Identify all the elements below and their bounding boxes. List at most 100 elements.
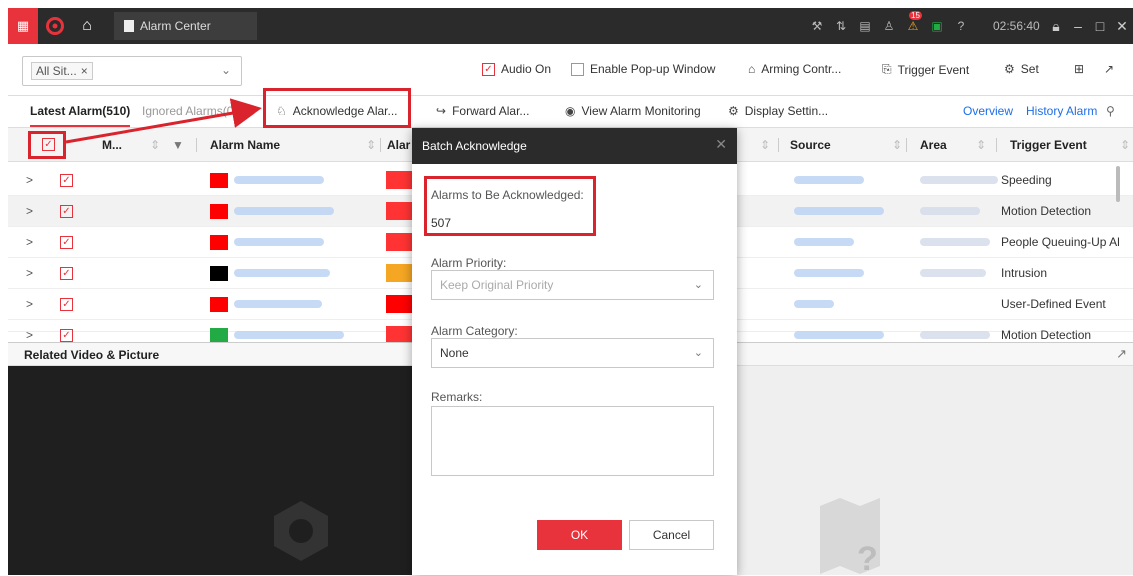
popup-checkbox[interactable] <box>571 62 584 76</box>
help-icon[interactable]: ? <box>949 19 973 33</box>
column-alarm-name[interactable]: Alarm Name <box>210 138 280 152</box>
maximize-icon[interactable]: □ <box>1089 18 1111 34</box>
column-separator <box>196 138 197 152</box>
no-picture-map-icon: ? <box>820 498 880 576</box>
sort-icon[interactable]: ⇕ <box>892 138 902 152</box>
column-area[interactable]: Area <box>920 138 947 152</box>
area-redacted <box>920 238 990 246</box>
row-checkbox[interactable]: ✓ <box>60 267 73 280</box>
row-checkbox[interactable]: ✓ <box>60 236 73 249</box>
audio-on-checkbox[interactable]: ✓ <box>482 62 495 76</box>
title-bar: ▦ ⌂ Alarm Center ⚒ ⇅ ▤ ♙ ⚠ 15 ▣ ? 02:56:4… <box>8 8 1133 44</box>
expand-icon[interactable]: ↗ <box>1116 346 1127 362</box>
tab-ignored-alarms[interactable]: Ignored Alarms(0) <box>142 104 237 118</box>
source-redacted <box>794 207 884 215</box>
display-settings-label: Display Settin... <box>744 104 829 118</box>
select-all-highlight-box <box>28 131 66 159</box>
dialog-close-icon[interactable]: ✕ <box>715 136 727 153</box>
arming-control-button[interactable]: ⌂ Arming Contr... <box>748 62 841 76</box>
expand-row-chevron-icon[interactable]: > <box>26 266 33 280</box>
home-icon[interactable]: ⌂ <box>72 8 102 44</box>
history-alarm-link[interactable]: History Alarm <box>1026 104 1097 118</box>
alarm-toolbar: All Sit... × ⌄ ✓ Audio On Enable Pop-up W… <box>8 44 1133 96</box>
clock-time: 02:56:40 <box>993 19 1040 33</box>
wrench-icon[interactable]: ⚒ <box>805 19 829 33</box>
forward-alarm-button[interactable]: ↪ Forward Alar... <box>436 104 529 118</box>
sort-icon[interactable]: ⇕ <box>150 138 160 152</box>
area-redacted <box>920 207 980 215</box>
sort-icon[interactable]: ⇕ <box>366 138 376 152</box>
set-button[interactable]: ⚙ Set <box>1004 62 1039 76</box>
column-trigger-event[interactable]: Trigger Event <box>1010 138 1087 152</box>
acknowledge-button-highlight-box <box>263 88 411 128</box>
popup-option[interactable]: Enable Pop-up Window <box>571 62 715 76</box>
sort-icon[interactable]: ⇕ <box>1120 138 1130 152</box>
site-chip: All Sit... × <box>31 62 93 80</box>
alarm-count-highlight-box <box>424 176 596 236</box>
row-checkbox[interactable]: ✓ <box>60 298 73 311</box>
trigger-event-cell: Intrusion <box>1001 266 1048 280</box>
tab-alarm-center[interactable]: Alarm Center <box>114 12 257 40</box>
row-checkbox[interactable]: ✓ <box>60 329 73 342</box>
expand-row-chevron-icon[interactable]: > <box>26 297 33 311</box>
transfer-icon[interactable]: ⇅ <box>829 19 853 33</box>
svg-text:?: ? <box>857 540 878 576</box>
app-logo <box>38 8 72 44</box>
trigger-event-cell: Speeding <box>1001 173 1052 187</box>
priority-color-swatch <box>210 204 228 219</box>
view-alarm-monitoring-button[interactable]: ◉ View Alarm Monitoring <box>565 104 701 118</box>
source-redacted <box>794 176 864 184</box>
warning-count-icon[interactable]: ⚠ 15 <box>901 11 925 33</box>
monitor-icon[interactable]: ▣ <box>925 19 949 33</box>
area-redacted <box>920 269 986 277</box>
lock-icon[interactable]: 🔒︎ <box>1045 18 1067 35</box>
minimize-icon[interactable]: – <box>1067 18 1089 34</box>
ok-button[interactable]: OK <box>537 520 622 550</box>
close-icon[interactable]: ✕ <box>1111 18 1133 35</box>
column-source[interactable]: Source <box>790 138 831 152</box>
expand-row-chevron-icon[interactable]: > <box>26 204 33 218</box>
chip-remove-icon[interactable]: × <box>81 64 88 78</box>
trigger-event-button[interactable]: ⎘ Trigger Event <box>882 62 969 77</box>
calendar-icon[interactable]: ▤ <box>853 19 877 33</box>
tab-latest-alarm[interactable]: Latest Alarm(510) <box>30 104 131 127</box>
column-separator <box>906 138 907 152</box>
play-circle-icon: ◉ <box>565 104 576 118</box>
column-separator <box>778 138 779 152</box>
alarm-name-redacted <box>234 331 344 339</box>
cancel-button[interactable]: Cancel <box>629 520 714 550</box>
area-redacted <box>920 176 998 184</box>
row-checkbox[interactable]: ✓ <box>60 205 73 218</box>
priority-color-swatch <box>210 235 228 250</box>
table-scrollbar[interactable] <box>1116 166 1120 202</box>
alarm-category-select[interactable]: None ⌄ <box>431 338 714 368</box>
app-menu-grid-icon[interactable]: ▦ <box>8 8 38 44</box>
expand-row-chevron-icon[interactable]: > <box>26 328 33 342</box>
site-selector[interactable]: All Sit... × ⌄ <box>22 56 242 86</box>
expand-row-chevron-icon[interactable]: > <box>26 173 33 187</box>
expand-row-chevron-icon[interactable]: > <box>26 235 33 249</box>
arming-icon: ⌂ <box>748 62 756 76</box>
sort-icon[interactable]: ⇕ <box>976 138 986 152</box>
view-monitoring-label: View Alarm Monitoring <box>581 104 701 118</box>
filter-settings-icon[interactable]: ⚲ <box>1106 104 1115 118</box>
column-alarm-priority[interactable]: Alar <box>387 138 410 152</box>
display-settings-button[interactable]: ⚙ Display Settin... <box>728 104 828 118</box>
alarm-bell-icon[interactable]: ♙ <box>877 19 901 33</box>
dialog-header: Batch Acknowledge ✕ <box>412 128 737 164</box>
priority-color-swatch <box>210 297 228 312</box>
gear-icon: ⚙ <box>728 104 739 118</box>
remarks-textarea[interactable] <box>431 406 714 476</box>
related-video-title: Related Video & Picture <box>24 348 160 362</box>
audio-on-option[interactable]: ✓ Audio On <box>482 62 551 76</box>
sort-icon[interactable]: ⇕ <box>760 138 770 152</box>
trigger-event-icon: ⎘ <box>882 62 892 76</box>
popout-icon[interactable]: ↗ <box>1104 62 1114 76</box>
overview-link[interactable]: Overview <box>963 104 1013 118</box>
alarm-priority-select[interactable]: Keep Original Priority ⌄ <box>431 270 714 300</box>
row-checkbox[interactable]: ✓ <box>60 174 73 187</box>
column-mark[interactable]: M... <box>102 138 122 152</box>
trigger-event-cell: Motion Detection <box>1001 204 1092 218</box>
layout-icon[interactable]: ⊞ <box>1074 62 1084 76</box>
filter-icon[interactable]: ▼ <box>172 138 184 152</box>
